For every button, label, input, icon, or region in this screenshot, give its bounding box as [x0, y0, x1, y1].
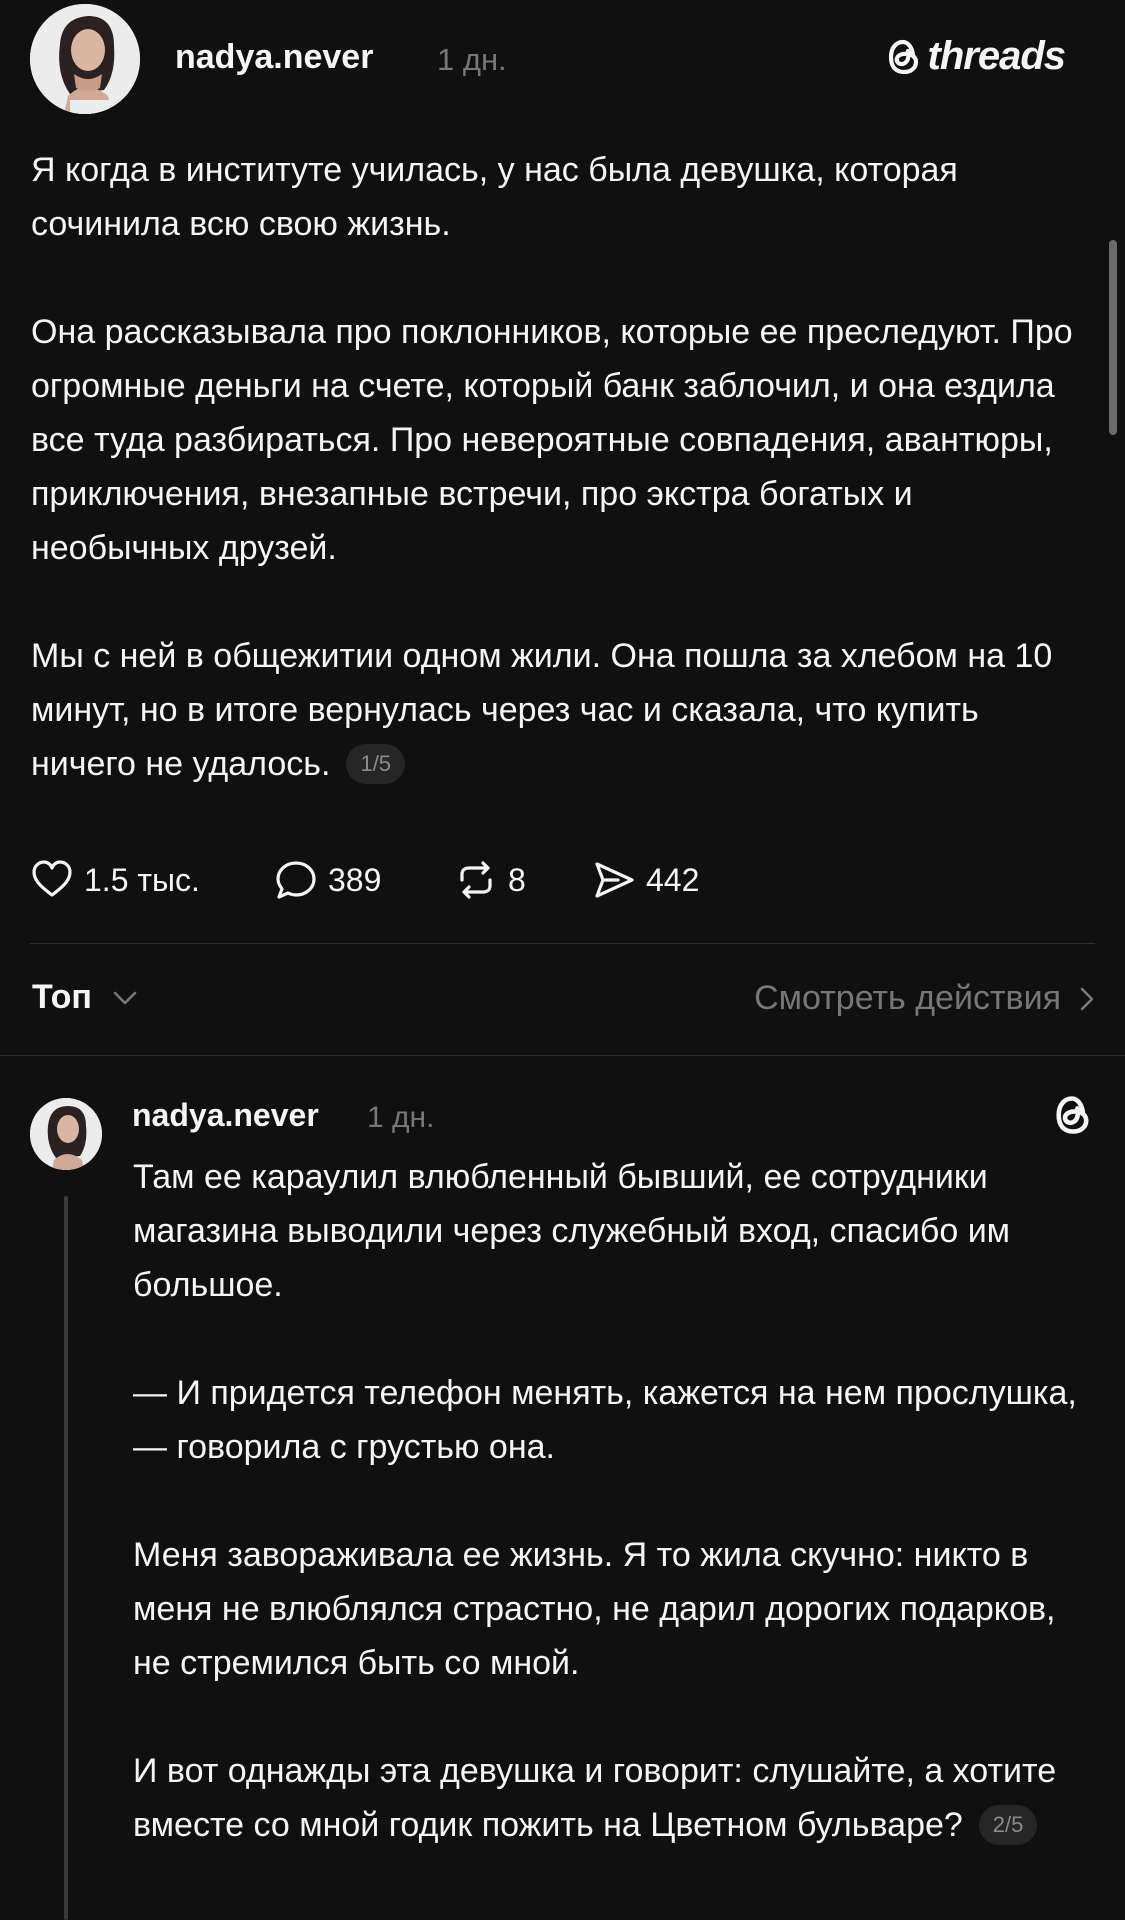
comment-count: 389: [328, 861, 382, 898]
sort-row: Топ Смотреть действия: [30, 975, 1095, 1025]
share-count: 442: [646, 861, 700, 898]
comment-bubble-icon: [276, 861, 316, 899]
comment-button[interactable]: 389: [274, 858, 381, 902]
thread-counter: 2/5: [978, 1805, 1038, 1845]
brand-name: threads: [927, 34, 1066, 78]
repost-icon: [460, 861, 492, 899]
threads-logo-icon[interactable]: [1053, 1093, 1093, 1137]
action-bar: 1.5 тыс. 389 8 442: [30, 858, 1090, 914]
post-paragraph: Она рассказывала про поклонников, которы…: [31, 313, 1073, 567]
reply-paragraph: И вот однажды эта девушка и говорит: слу…: [133, 1744, 1093, 1852]
share-button[interactable]: 442: [592, 858, 699, 902]
threads-logo-icon: [888, 39, 918, 74]
repost-button[interactable]: 8: [454, 858, 526, 902]
send-icon: [595, 862, 634, 898]
reply-paragraph: Там ее караулил влюбленный бывший, ее со…: [133, 1158, 1011, 1304]
reply-body: Там ее караулил влюбленный бывший, ее со…: [133, 1150, 1093, 1852]
reply-paragraph-text: И вот однажды эта девушка и говорит: слу…: [133, 1752, 1057, 1844]
avatar[interactable]: [30, 4, 140, 114]
like-count: 1.5 тыс.: [84, 861, 200, 898]
scrollbar[interactable]: [1109, 240, 1117, 435]
thread-counter: 1/5: [346, 744, 406, 784]
post-paragraph: Я когда в институте училась, у нас была …: [31, 151, 958, 243]
chevron-down-icon[interactable]: [112, 989, 138, 1007]
sort-dropdown[interactable]: Топ: [32, 978, 92, 1017]
chevron-right-icon: [1080, 987, 1094, 1010]
reply-username[interactable]: nadya.never: [132, 1097, 319, 1134]
post-time: 1 дн.: [437, 42, 507, 77]
like-button[interactable]: 1.5 тыс.: [30, 858, 200, 902]
username[interactable]: nadya.never: [175, 38, 373, 77]
post-header: nadya.never 1 дн. threads: [30, 4, 1095, 114]
reply-paragraph: — И придется телефон менять, кажется на …: [133, 1374, 1077, 1466]
repost-count: 8: [508, 861, 526, 898]
view-activity-link[interactable]: Смотреть действия: [754, 979, 1095, 1018]
view-activity-label: Смотреть действия: [754, 979, 1061, 1017]
thread-line: [64, 1196, 68, 1920]
post-paragraph-text: Мы с ней в общежитии одном жили. Она пош…: [31, 637, 1053, 783]
post-paragraph: Мы с ней в общежитии одном жили. Она пош…: [31, 629, 1091, 791]
reply-avatar[interactable]: [30, 1098, 102, 1170]
divider: [30, 943, 1095, 944]
section-divider: [0, 1055, 1125, 1056]
reply-time: 1 дн.: [367, 1101, 435, 1134]
post-body: Я когда в институте училась, у нас была …: [31, 143, 1091, 791]
threads-brand: threads: [886, 34, 1066, 79]
heart-icon: [32, 860, 72, 897]
reply-paragraph: Меня завораживала ее жизнь. Я то жила ск…: [133, 1536, 1056, 1682]
